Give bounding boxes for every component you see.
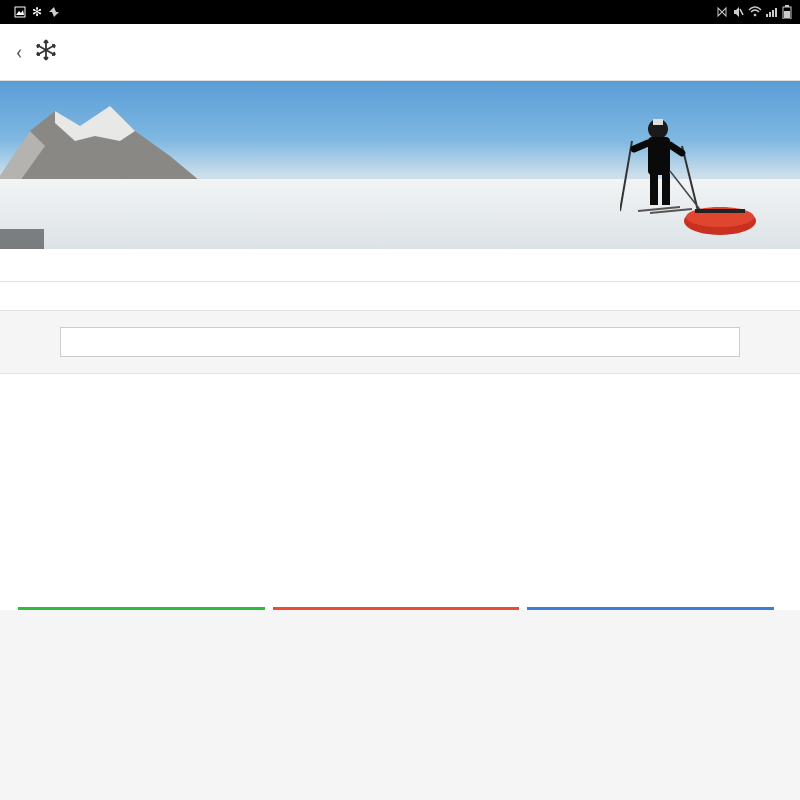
status-bar: ✻ [0, 0, 800, 24]
monitoring-section [0, 373, 800, 610]
hero-banner [0, 81, 800, 249]
app-status-icon [48, 6, 60, 18]
chart-legend [18, 610, 782, 628]
share-button[interactable] [60, 327, 740, 357]
wifi-icon [748, 6, 762, 18]
banner-label [0, 229, 44, 249]
legend-temp [273, 610, 528, 628]
legend-cpu [527, 610, 782, 628]
compare-note [0, 282, 800, 311]
mute-icon [732, 6, 744, 18]
signal-icon [766, 6, 778, 18]
snowflake-status-icon: ✻ [32, 5, 42, 19]
legend-battery [18, 610, 273, 628]
picture-icon [14, 6, 26, 18]
back-icon[interactable]: ‹ [16, 40, 22, 64]
share-row [0, 311, 800, 373]
app-header: ‹ [0, 24, 800, 81]
snowflake-logo-icon [34, 38, 58, 66]
nfc-icon [716, 6, 728, 18]
monitoring-chart [18, 400, 782, 610]
sled-graphic [680, 199, 760, 239]
battery-icon [782, 5, 792, 19]
score-section [0, 249, 800, 282]
